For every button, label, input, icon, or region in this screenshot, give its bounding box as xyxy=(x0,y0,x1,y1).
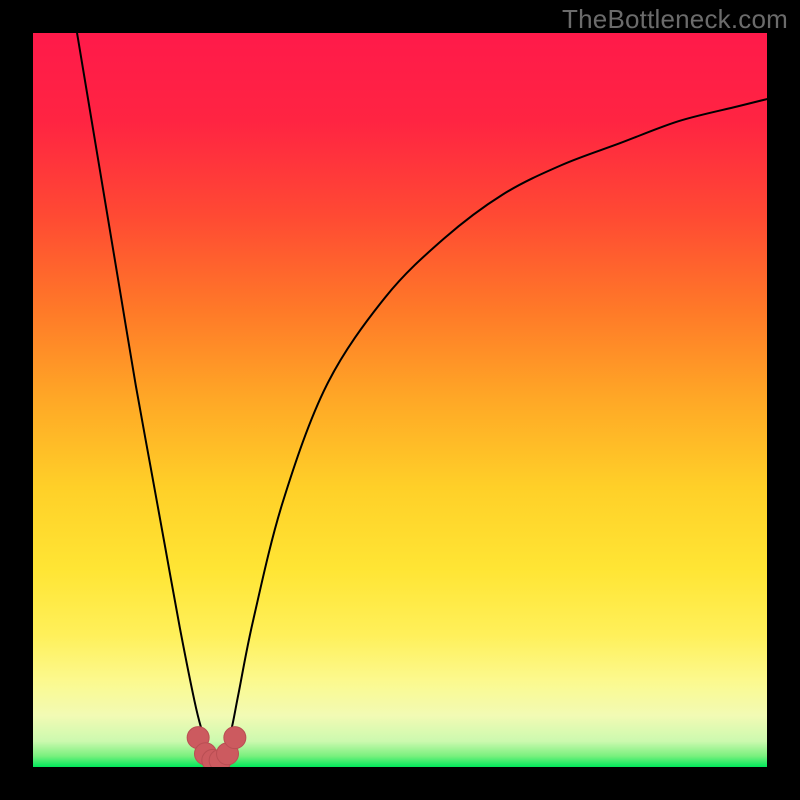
outer-frame: TheBottleneck.com xyxy=(0,0,800,800)
plot-background xyxy=(33,33,767,767)
bottleneck-chart xyxy=(33,33,767,767)
watermark-text: TheBottleneck.com xyxy=(562,4,788,35)
optimal-marker xyxy=(224,727,246,749)
